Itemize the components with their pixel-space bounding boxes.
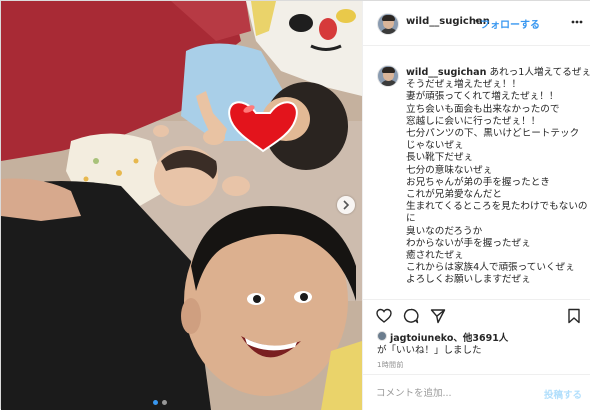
post-side-panel: wild__sugichan • フォローする wild__sugichan あ… — [362, 1, 590, 410]
caption-line: 生まれてくるところを見たわけでもないの — [406, 201, 588, 213]
follow-button[interactable]: フォローする — [480, 16, 540, 31]
caption-line: わからないが手を握ったぜぇ — [406, 237, 531, 249]
caption-line: お兄ちゃんが弟の手を握ったとき — [406, 176, 550, 188]
comment-box: 投稿する — [363, 374, 590, 410]
liked-by-suffix: が「いいね！」しました — [377, 345, 482, 356]
comment-input[interactable] — [376, 386, 526, 400]
bookmark-icon[interactable] — [566, 308, 582, 324]
instagram-post: wild__sugichan • フォローする wild__sugichan あ… — [0, 0, 590, 410]
carousel-next-button[interactable] — [337, 196, 355, 214]
liker-avatar[interactable] — [377, 331, 387, 341]
caption-line: じゃないぜぇ — [406, 140, 464, 152]
avatar[interactable] — [377, 65, 399, 87]
more-horizontal-icon[interactable] — [571, 15, 583, 29]
post-timestamp[interactable]: 1時間前 — [377, 360, 404, 370]
caption-line: 立ち会いも面会も出来なかったので — [406, 103, 560, 115]
caption-line: よろしくお願いしますだぜぇ — [406, 274, 531, 286]
caption-text: wild__sugichan あれっ1人増えてるぜぇ！！ そうだぜぇ増えたぜぇ！… — [406, 67, 590, 287]
caption-line: 癒されたぜぇ — [406, 250, 464, 262]
carousel-dot — [162, 400, 167, 405]
action-bar — [363, 299, 590, 327]
photo-illustration — [1, 1, 362, 410]
heart-icon[interactable] — [376, 308, 392, 324]
caption-line-text: あれっ1人増えてるぜぇ！！ — [489, 67, 590, 78]
post-header: wild__sugichan • フォローする — [363, 1, 590, 46]
post-photo[interactable] — [1, 1, 362, 410]
caption-line: 長い靴下だぜぇ — [406, 152, 474, 164]
share-icon[interactable] — [430, 308, 446, 324]
caption-section: wild__sugichan あれっ1人増えてるぜぇ！！ そうだぜぇ増えたぜぇ！… — [363, 47, 590, 299]
comment-icon[interactable] — [403, 308, 419, 324]
caption-line: 七分パンツの下、黒いけどヒートテック — [406, 128, 580, 140]
caption-line: 臭いなのだろうか — [406, 225, 483, 237]
caption-line: これからは家族4人で頑張っていくぜぇ — [406, 262, 575, 274]
caption-username[interactable]: wild__sugichan — [406, 67, 486, 78]
carousel-dot — [153, 400, 158, 405]
chevron-right-icon — [343, 200, 350, 210]
likes-summary: jagtoiuneko、他3691人 が「いいね！」しました — [363, 329, 590, 357]
caption-line: に — [406, 213, 416, 225]
caption-line: そうだぜぇ増えたぜぇ！！ — [406, 79, 522, 91]
caption-line: 窓越しに会いに行ったぜぇ！！ — [406, 115, 541, 127]
post-comment-button[interactable]: 投稿する — [544, 387, 582, 401]
caption-line: これが兄弟愛なんだと — [406, 189, 502, 201]
carousel-indicator — [153, 400, 167, 405]
caption-line: 妻が頑張ってくれて増えたぜぇ！！ — [406, 91, 559, 103]
caption-line: wild__sugichan あれっ1人増えてるぜぇ！！ — [406, 67, 590, 79]
avatar[interactable] — [377, 13, 399, 35]
caption-line: 七分の意味ないぜぇ — [406, 164, 493, 176]
